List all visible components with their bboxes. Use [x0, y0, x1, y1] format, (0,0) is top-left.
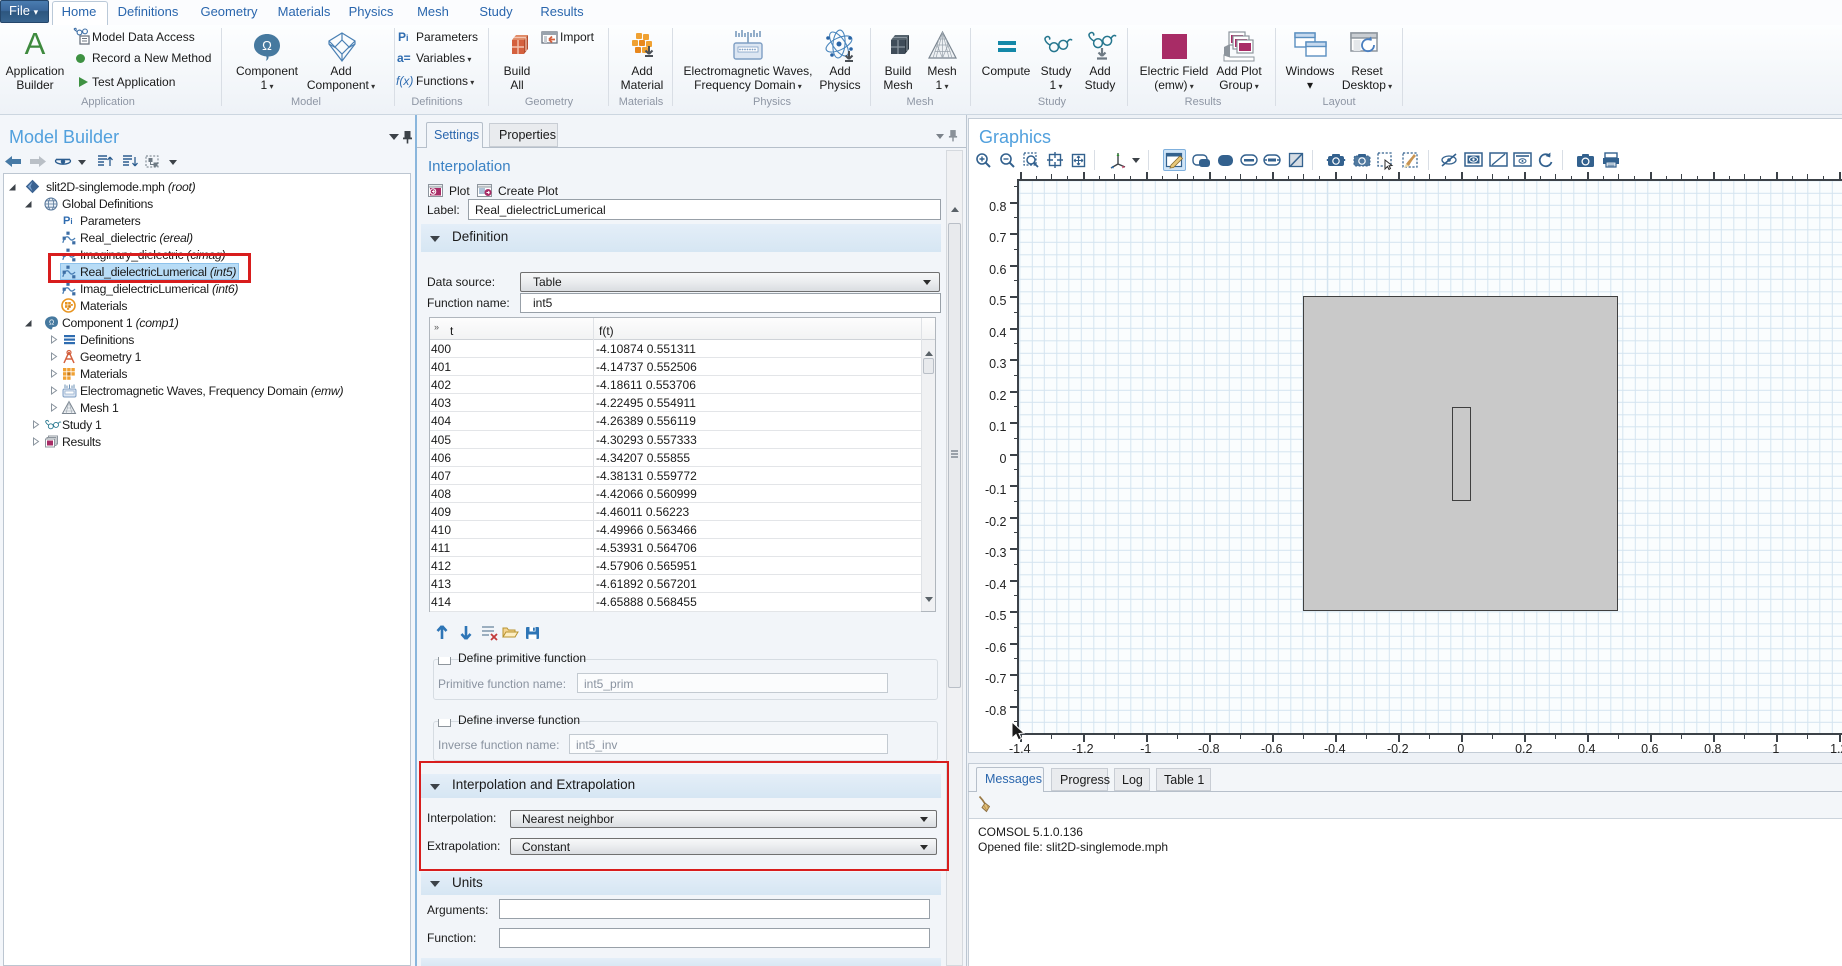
svg-text:Ω: Ω	[49, 319, 54, 326]
svg-text:Ω: Ω	[262, 38, 272, 53]
